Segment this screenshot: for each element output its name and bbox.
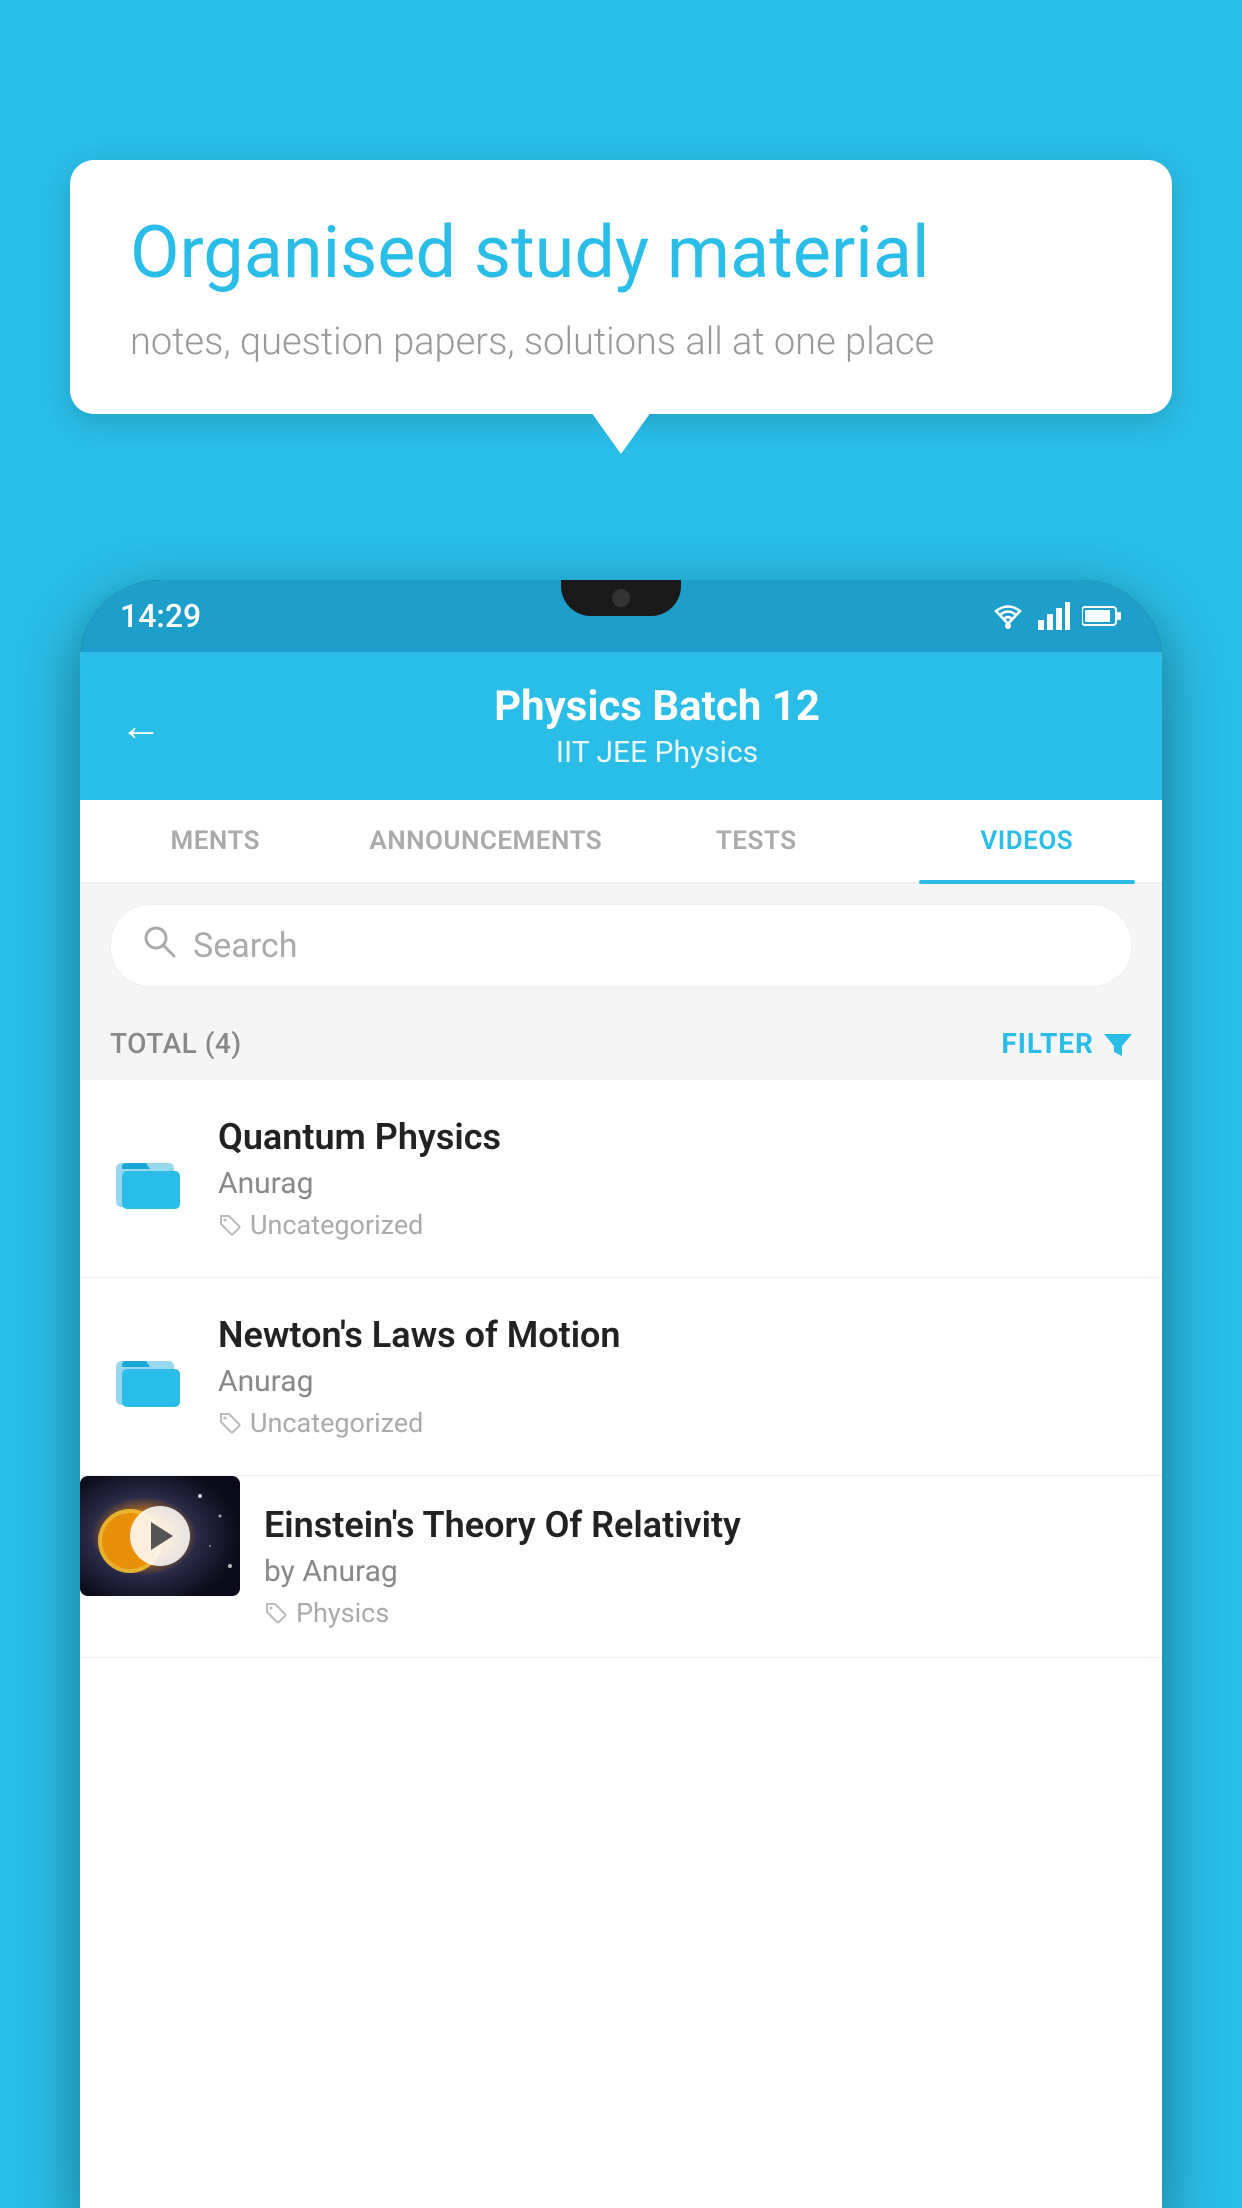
tag-icon: [264, 1601, 288, 1625]
folder-icon: [110, 1337, 190, 1417]
play-button[interactable]: [130, 1506, 190, 1566]
list-item[interactable]: Einstein's Theory Of Relativity by Anura…: [80, 1476, 1162, 1658]
status-icons: [990, 602, 1122, 630]
video-tag: Uncategorized: [218, 1407, 1132, 1439]
tag-icon: [218, 1213, 242, 1237]
camera: [612, 589, 630, 607]
video-info: Quantum Physics Anurag Uncategorized: [218, 1116, 1132, 1241]
speech-bubble-subtitle: notes, question papers, solutions all at…: [130, 320, 1112, 364]
speech-bubble-title: Organised study material: [130, 210, 1112, 296]
video-info: Einstein's Theory Of Relativity by Anura…: [240, 1476, 1162, 1657]
search-container: Search: [80, 884, 1162, 1007]
search-icon: [141, 923, 177, 968]
search-bar[interactable]: Search: [110, 904, 1132, 987]
tab-videos[interactable]: VIDEOS: [892, 800, 1163, 882]
status-time: 14:29: [120, 597, 201, 635]
filter-icon: [1104, 1030, 1132, 1058]
tag-icon: [218, 1411, 242, 1435]
tab-announcements[interactable]: ANNOUNCEMENTS: [351, 800, 622, 882]
list-item[interactable]: Quantum Physics Anurag Uncategorized: [80, 1080, 1162, 1278]
play-triangle-icon: [151, 1522, 173, 1550]
total-count-label: TOTAL (4): [110, 1027, 242, 1060]
wifi-icon: [990, 602, 1026, 630]
video-title: Einstein's Theory Of Relativity: [264, 1504, 1138, 1546]
tab-tests[interactable]: TESTS: [621, 800, 892, 882]
phone-screen: ← Physics Batch 12 IIT JEE Physics MENTS…: [80, 652, 1162, 2208]
app-header: ← Physics Batch 12 IIT JEE Physics: [80, 652, 1162, 800]
tab-bar: MENTS ANNOUNCEMENTS TESTS VIDEOS: [80, 800, 1162, 884]
video-author: by Anurag: [264, 1554, 1138, 1589]
phone-frame: 14:29 ←: [80, 580, 1162, 2208]
video-info: Newton's Laws of Motion Anurag Uncategor…: [218, 1314, 1132, 1439]
filter-button[interactable]: FILTER: [1001, 1027, 1132, 1060]
header-title-block: Physics Batch 12 IIT JEE Physics: [192, 682, 1122, 770]
signal-icon: [1038, 602, 1070, 630]
video-tag: Physics: [264, 1597, 1138, 1629]
folder-icon: [110, 1139, 190, 1219]
filter-bar: TOTAL (4) FILTER: [80, 1007, 1162, 1080]
list-item[interactable]: Newton's Laws of Motion Anurag Uncategor…: [80, 1278, 1162, 1476]
thumbnail-bg: [80, 1476, 240, 1596]
filter-label: FILTER: [1001, 1027, 1094, 1060]
header-main-title: Physics Batch 12: [192, 682, 1122, 731]
video-thumbnail: [80, 1476, 240, 1596]
tab-ments[interactable]: MENTS: [80, 800, 351, 882]
video-author: Anurag: [218, 1364, 1132, 1399]
video-title: Newton's Laws of Motion: [218, 1314, 1132, 1356]
search-placeholder: Search: [193, 926, 297, 966]
video-title: Quantum Physics: [218, 1116, 1132, 1158]
content-area: Quantum Physics Anurag Uncategorized: [80, 1080, 1162, 1658]
header-subtitle: IIT JEE Physics: [192, 735, 1122, 770]
speech-bubble: Organised study material notes, question…: [70, 160, 1172, 414]
status-bar: 14:29: [80, 580, 1162, 652]
video-tag: Uncategorized: [218, 1209, 1132, 1241]
battery-icon: [1082, 605, 1122, 627]
video-author: Anurag: [218, 1166, 1132, 1201]
phone-notch: [561, 580, 681, 616]
back-button[interactable]: ←: [120, 702, 162, 751]
